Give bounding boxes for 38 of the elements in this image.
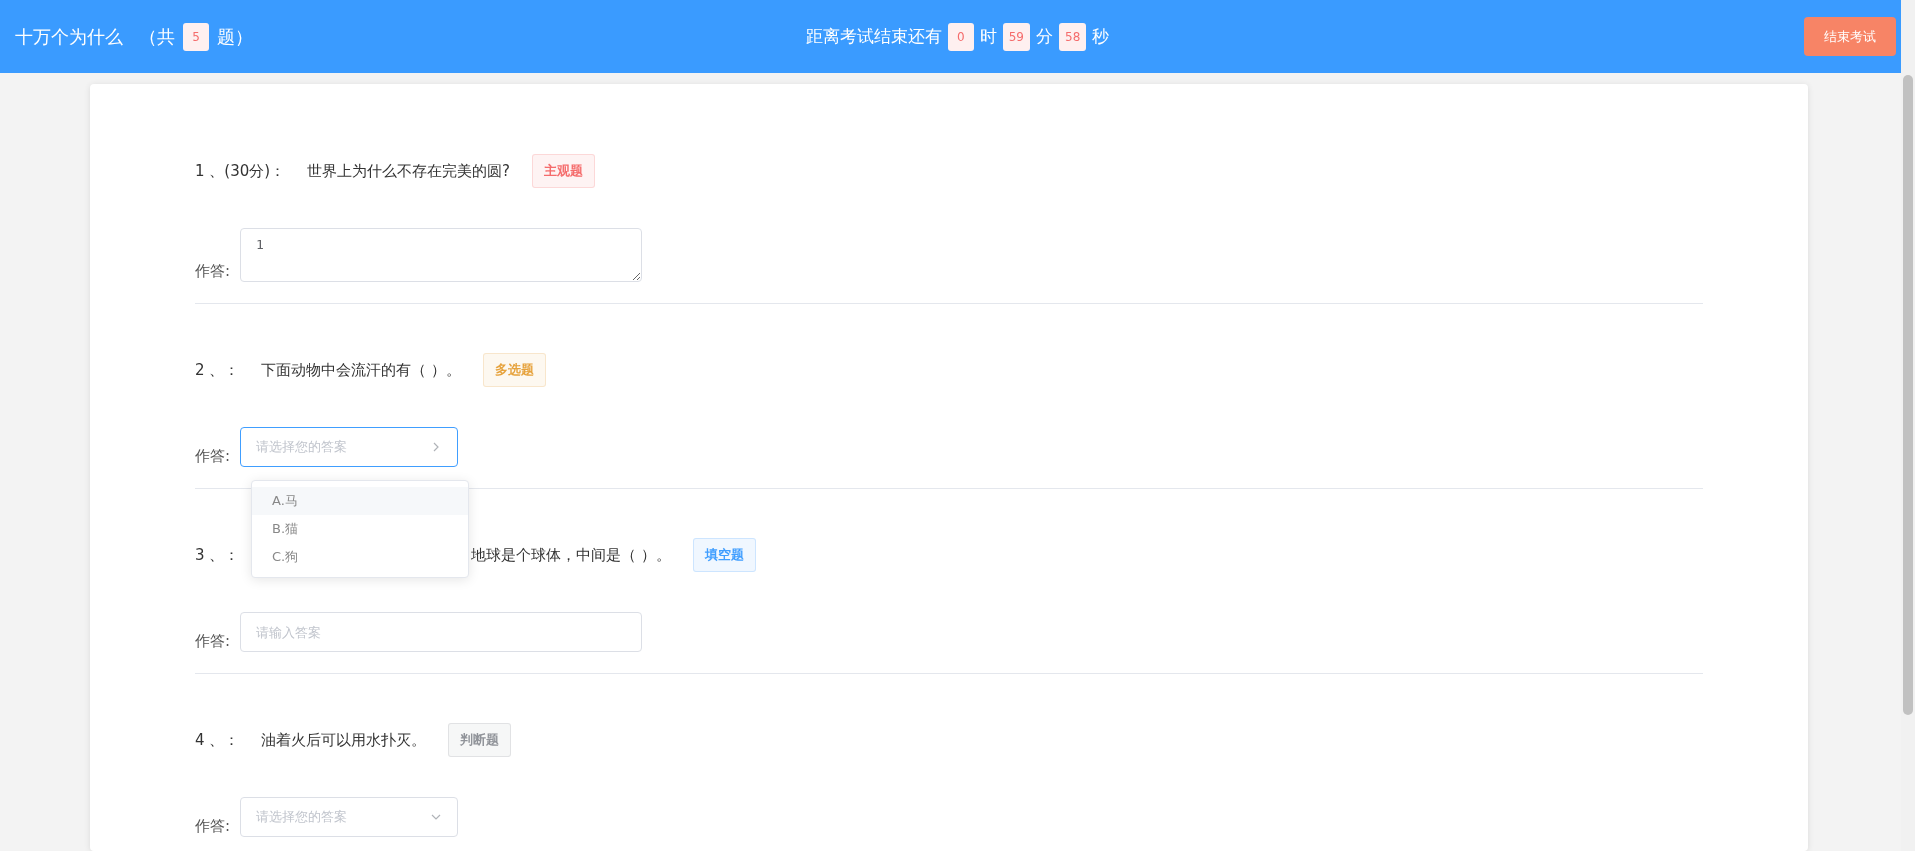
dropdown-option[interactable]: C.狗 [252, 543, 468, 571]
question-text: 地球是个球体，中间是（ ）。 [471, 544, 672, 566]
timer-value: 58 [1059, 22, 1087, 51]
count-label: 题） [217, 25, 253, 49]
answer-label: 作答: [195, 445, 231, 467]
question-number: 2 、： [195, 359, 240, 381]
question-type-tag: 填空题 [693, 537, 757, 573]
end-exam-button[interactable]: 结束考试 [1804, 16, 1896, 57]
question-number: 4 、： [195, 729, 240, 751]
dropdown-option[interactable]: B.猫 [252, 515, 468, 543]
question-text: 下面动物中会流汗的有（ ）。 [261, 359, 462, 381]
timer-value: 59 [1002, 22, 1030, 51]
answer-select[interactable]: 请选择您的答案 [240, 427, 459, 467]
answer-input[interactable]: 请输入答案 [240, 612, 643, 652]
scrollbar-thumb[interactable] [1903, 75, 1913, 715]
dropdown-option[interactable]: A.马 [252, 487, 468, 515]
answer-label: 作答: [195, 260, 231, 282]
answer-select[interactable]: 请选择您的答案 [240, 797, 459, 837]
question-text: 世界上为什么不存在完美的圆? [307, 160, 511, 182]
timer-label: 距离考试结束还有 [805, 24, 942, 48]
count-label: （共 [139, 25, 175, 49]
question-type-tag: 主观题 [532, 153, 596, 189]
answer-label: 作答: [195, 630, 231, 652]
question-number: 1 、(30分)： [195, 160, 286, 182]
timer-unit: 分 [1036, 24, 1053, 48]
answer-label: 作答: [195, 815, 231, 837]
select-placeholder: 请选择您的答案 [256, 438, 348, 457]
question-number: 3 、： [195, 544, 240, 566]
timer-value: 0 [947, 22, 974, 51]
timer-unit: 秒 [1092, 24, 1110, 48]
exam-title: 十万个为什么 [15, 25, 123, 49]
timer-unit: 时 [979, 24, 997, 48]
select-placeholder: 请选择您的答案 [256, 808, 348, 827]
question-count: 5 [183, 22, 209, 51]
question-type-tag: 多选题 [483, 352, 547, 388]
answer-textarea[interactable]: 1 [240, 228, 643, 282]
question-text: 油着火后可以用水扑灭。 [261, 729, 427, 751]
question-type-tag: 判断题 [448, 722, 512, 758]
